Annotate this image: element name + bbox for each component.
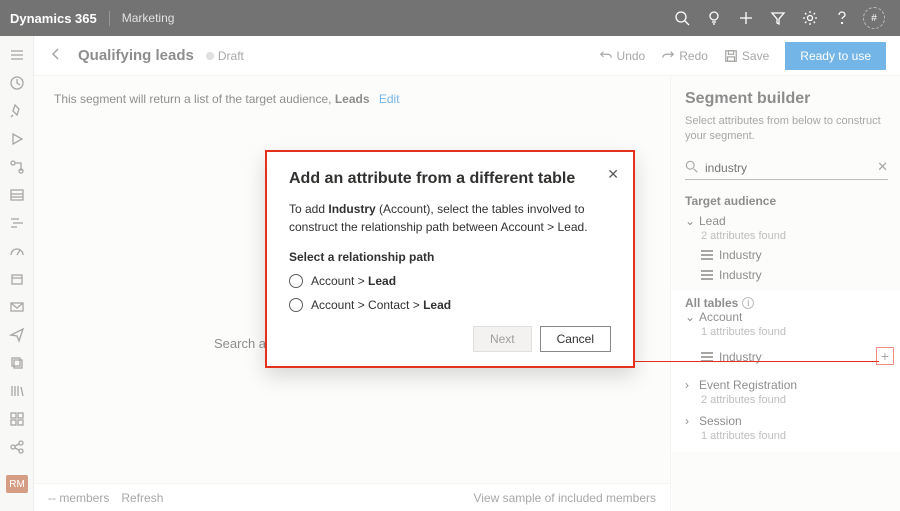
radio-icon	[289, 298, 303, 312]
relationship-option-1[interactable]: Account > Lead	[289, 274, 611, 288]
modal-title: Add an attribute from a different table	[289, 170, 611, 188]
callout-line	[635, 361, 879, 362]
next-button: Next	[473, 326, 532, 352]
add-attribute-modal: ✕ Add an attribute from a different tabl…	[265, 150, 635, 368]
close-icon[interactable]: ✕	[607, 166, 619, 183]
radio-icon	[289, 274, 303, 288]
modal-subheading: Select a relationship path	[289, 250, 611, 264]
relationship-option-2[interactable]: Account > Contact > Lead	[289, 298, 611, 312]
modal-body: To add Industry (Account), select the ta…	[289, 200, 611, 236]
cancel-button[interactable]: Cancel	[540, 326, 611, 352]
